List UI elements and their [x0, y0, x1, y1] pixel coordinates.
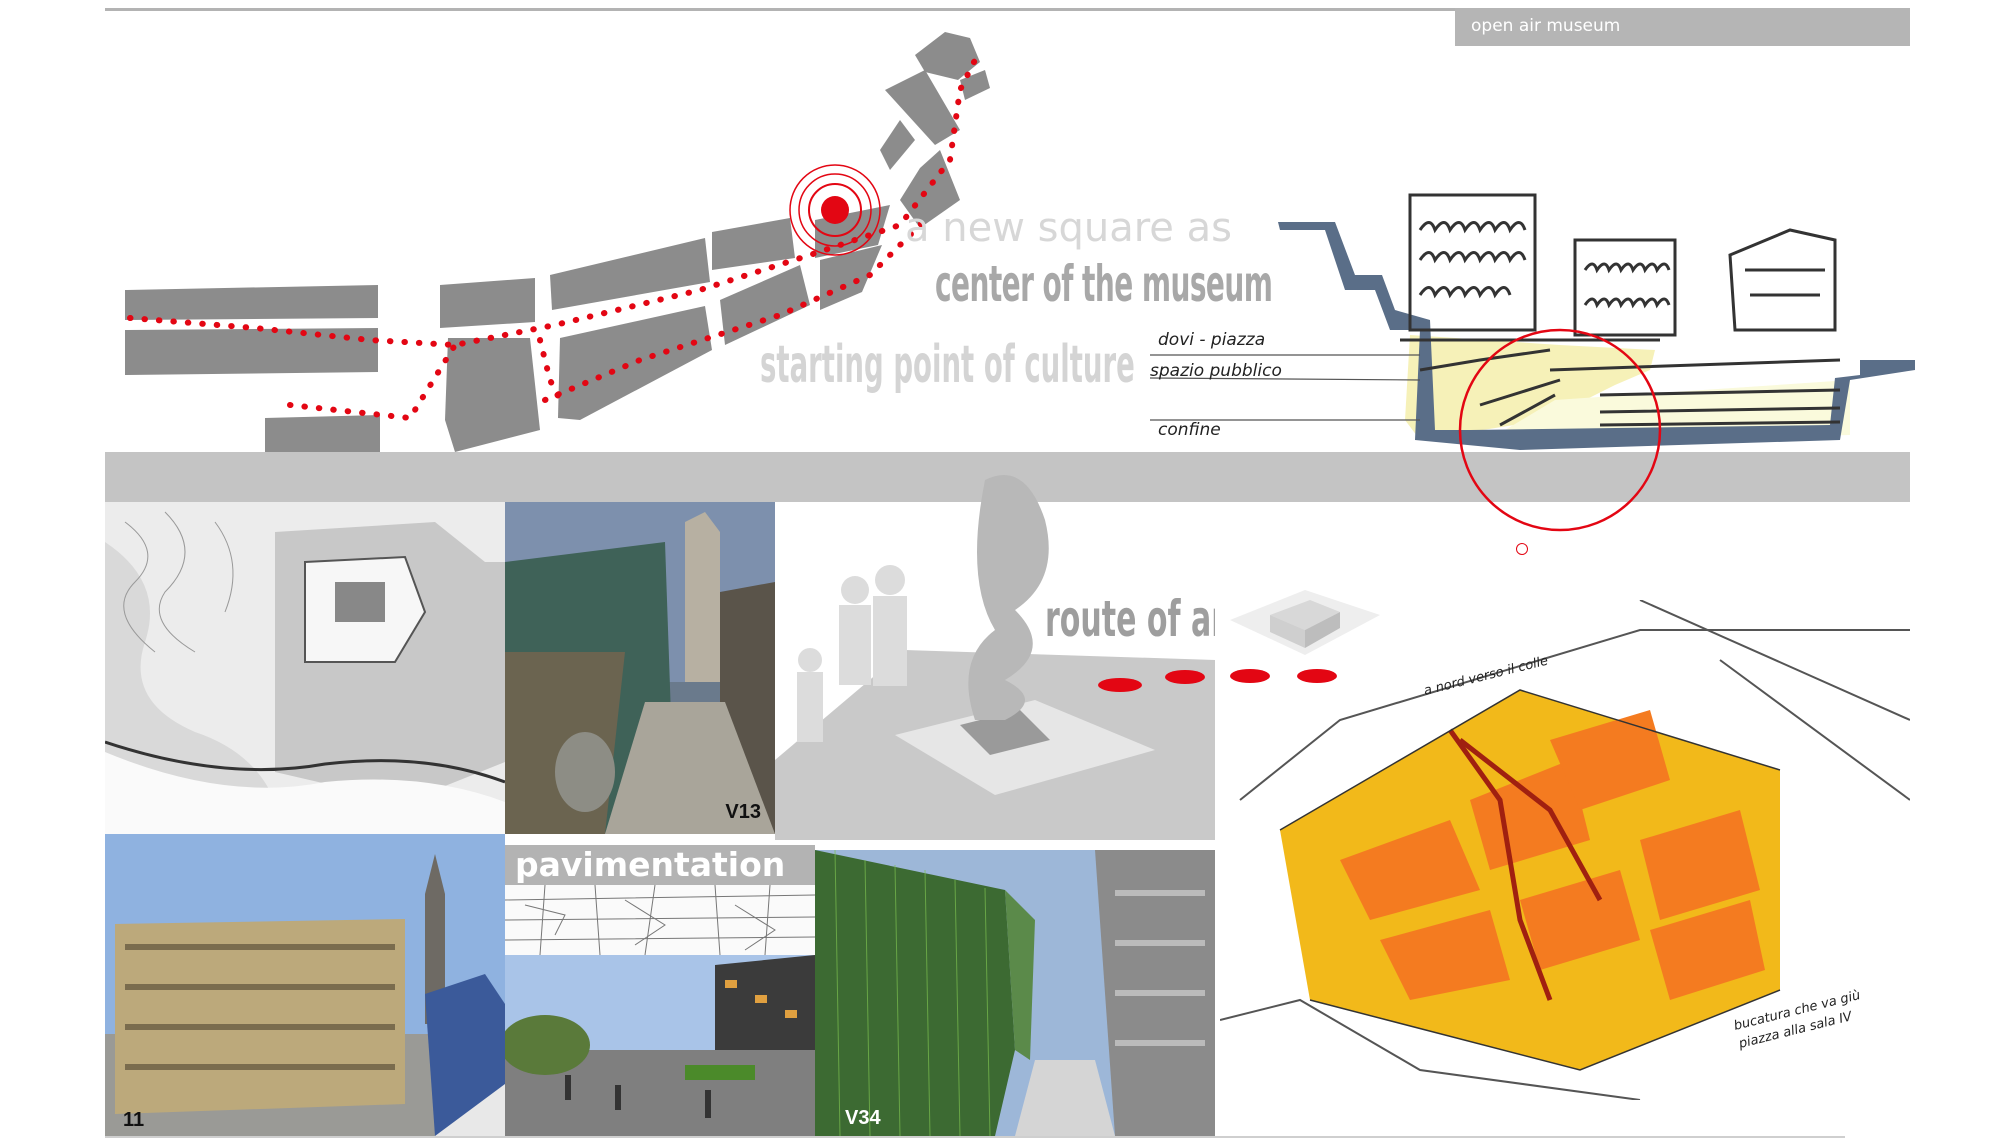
plan-sketch-image: a nord verso il colle bucatura che va gi…: [1220, 600, 1910, 1100]
street-render-code: V13: [725, 801, 761, 823]
plan-note-top: a nord verso il colle: [1422, 653, 1549, 698]
plaza-render-drawing: [505, 955, 815, 1136]
crosshair-icon: [1516, 543, 1528, 555]
pavement-pattern-image: pavimentation: [505, 845, 815, 955]
pavement-title: pavimentation: [515, 845, 786, 884]
building-render-drawing: [105, 834, 505, 1136]
title-tag: open air museum: [1455, 8, 1910, 46]
section-note-3: confine: [1158, 420, 1221, 440]
building-render-code: 11: [123, 1109, 145, 1131]
section-sketch: dovi - piazza spazio pubblico confine: [1150, 193, 1915, 532]
street-render-drawing: [505, 502, 775, 834]
historic-map-drawing: [105, 502, 505, 834]
street-render-image: V13: [505, 502, 775, 834]
green-wall-code: V34: [845, 1107, 881, 1129]
sculpture-label: route of art: [1045, 590, 1215, 648]
green-wall-render-image: V34: [815, 850, 1215, 1136]
map-caption-3: starting point of culture: [760, 335, 1135, 395]
building-render-image: 11: [105, 834, 505, 1136]
plan-sketch-drawing: a nord verso il colle bucatura che va gi…: [1220, 600, 1910, 1100]
plaza-render-image: [505, 955, 815, 1136]
section-note-2: spazio pubblico: [1150, 361, 1282, 381]
bottom-rule: [105, 1136, 1845, 1138]
green-wall-drawing: [815, 850, 1215, 1136]
historic-map-image: [105, 502, 505, 834]
title-tag-label: open air museum: [1471, 16, 1621, 36]
section-note-1: dovi - piazza: [1158, 330, 1265, 350]
